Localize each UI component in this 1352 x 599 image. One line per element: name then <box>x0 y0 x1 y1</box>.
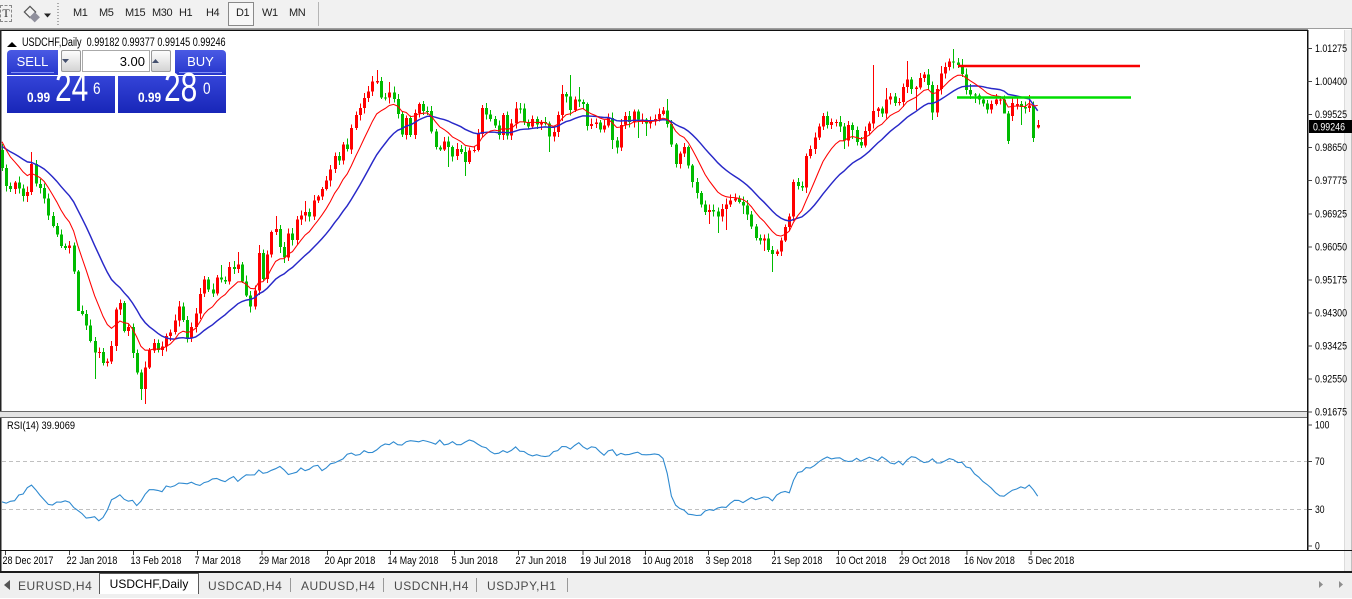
svg-text:7 Mar 2018: 7 Mar 2018 <box>195 555 241 567</box>
svg-text:0.99246: 0.99246 <box>1313 122 1345 134</box>
svg-text:0.95175: 0.95175 <box>1315 274 1347 286</box>
svg-text:3 Sep 2018: 3 Sep 2018 <box>706 555 752 567</box>
svg-text:0.94300: 0.94300 <box>1315 307 1347 319</box>
svg-text:0: 0 <box>1315 540 1320 552</box>
svg-text:0.99525: 0.99525 <box>1315 109 1347 121</box>
svg-text:0.97775: 0.97775 <box>1315 175 1347 187</box>
svg-text:1.00400: 1.00400 <box>1315 76 1347 88</box>
svg-text:5 Dec 2018: 5 Dec 2018 <box>1028 555 1074 567</box>
svg-text:13 Feb 2018: 13 Feb 2018 <box>131 555 182 567</box>
svg-text:0.92550: 0.92550 <box>1315 374 1347 386</box>
svg-text:10 Aug 2018: 10 Aug 2018 <box>643 555 694 567</box>
svg-text:20 Apr 2018: 20 Apr 2018 <box>325 555 376 567</box>
svg-text:1.01275: 1.01275 <box>1315 43 1347 55</box>
svg-text:30: 30 <box>1315 504 1325 516</box>
svg-text:27 Jun 2018: 27 Jun 2018 <box>516 555 567 567</box>
svg-text:0.96050: 0.96050 <box>1315 241 1347 253</box>
svg-text:10 Oct 2018: 10 Oct 2018 <box>836 555 887 567</box>
svg-text:28 Dec 2017: 28 Dec 2017 <box>3 555 54 567</box>
svg-text:0.96925: 0.96925 <box>1315 208 1347 220</box>
svg-text:22 Jan 2018: 22 Jan 2018 <box>67 555 118 567</box>
svg-text:14 May 2018: 14 May 2018 <box>388 555 439 567</box>
svg-text:5 Jun 2018: 5 Jun 2018 <box>452 555 498 567</box>
svg-text:16 Nov 2018: 16 Nov 2018 <box>964 555 1015 567</box>
svg-text:0.98650: 0.98650 <box>1315 142 1347 154</box>
svg-text:29 Mar 2018: 29 Mar 2018 <box>259 555 310 567</box>
svg-text:29 Oct 2018: 29 Oct 2018 <box>899 555 950 567</box>
svg-text:RSI(14) 39.9069: RSI(14) 39.9069 <box>7 420 75 432</box>
svg-text:0.91675: 0.91675 <box>1315 407 1347 419</box>
svg-text:19 Jul 2018: 19 Jul 2018 <box>580 555 631 567</box>
svg-text:100: 100 <box>1315 420 1329 432</box>
svg-text:0.93425: 0.93425 <box>1315 340 1347 352</box>
svg-text:21 Sep 2018: 21 Sep 2018 <box>772 555 823 567</box>
svg-text:70: 70 <box>1315 456 1325 468</box>
